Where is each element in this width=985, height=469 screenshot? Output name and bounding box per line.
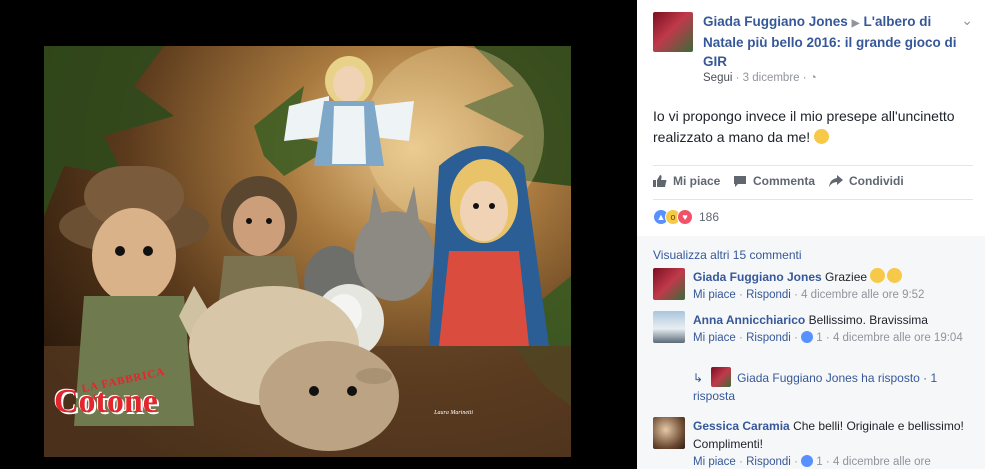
meta-separator: · [739, 456, 743, 468]
comment-label: Commenta [753, 174, 816, 188]
comment-text: Bellissimo. Bravissima [808, 313, 928, 327]
kiss-emoji-icon [887, 268, 903, 283]
comment-button[interactable]: Commenta [733, 174, 815, 188]
smile-emoji-icon [814, 129, 830, 144]
comment-meta: Mi piace · Rispondi · 1 · 4 dicembre all… [693, 453, 973, 469]
meta-separator: · [794, 332, 798, 344]
reply-arrow-icon: ↳ [693, 371, 704, 385]
meta-separator: · [739, 289, 743, 301]
post-body: Io vi propongo invece il mio presepe all… [653, 108, 955, 145]
meta-separator: · [739, 332, 743, 344]
meta-separator: · [825, 456, 830, 468]
comment-reply-link[interactable]: Rispondi [746, 332, 791, 344]
post-meta: Segui · 3 dicembre · ◔ [703, 72, 817, 84]
comment-like-count[interactable]: 1 [816, 456, 822, 468]
divider [653, 165, 973, 166]
commenter-avatar[interactable] [653, 311, 685, 343]
comment-like-count-icon [801, 455, 814, 467]
replies-summary-link[interactable]: ↳ Giada Fuggiano Jones ha risposto · 1 ri… [693, 367, 963, 405]
divider [653, 199, 973, 200]
comments-section: Visualizza altri 15 commenti Giada Fuggi… [637, 236, 985, 469]
facebook-photo-viewer: LA FABBRICA DI Cotone Laura Marinetti Gi… [0, 0, 985, 469]
like-button[interactable]: Mi piace [653, 174, 720, 188]
comment-icon [734, 176, 746, 187]
commenter-name[interactable]: Anna Annicchiarico [693, 313, 805, 327]
meta-separator: · [735, 72, 743, 84]
follow-link[interactable]: Segui [703, 72, 732, 84]
post-title: Giada Fuggiano Jones ▶ L'albero di Natale … [703, 12, 967, 71]
comment-reply-link[interactable]: Rispondi [746, 289, 791, 301]
commenter-name[interactable]: Giada Fuggiano Jones [693, 270, 822, 284]
comment-body: Gessica Caramia Che belli! Originale e b… [693, 417, 973, 469]
meta-separator: · [802, 72, 810, 84]
photo-backdrop[interactable]: LA FABBRICA DI Cotone Laura Marinetti [0, 0, 637, 469]
post-side-panel: Giada Fuggiano Jones ▶ L'albero di Natale … [637, 0, 985, 469]
comment-time[interactable]: 4 dicembre alle ore 9:52 [801, 289, 924, 301]
group-arrow-icon: ▶ [851, 18, 860, 29]
share-button[interactable]: Condividi [829, 174, 904, 188]
thumbs-up-icon [653, 175, 667, 187]
reactions-summary[interactable]: ▲ o ♥ 186 [653, 208, 719, 226]
comment-like-link[interactable]: Mi piace [693, 332, 736, 344]
comment-like-count-icon [801, 331, 814, 343]
kiss-emoji-icon [870, 268, 886, 283]
comment-reply-link[interactable]: Rispondi [746, 456, 791, 468]
commenter-avatar[interactable] [653, 417, 685, 449]
brand-watermark-logo: LA FABBRICA DI Cotone [50, 366, 180, 433]
reply-author-avatar [711, 367, 732, 387]
comment-time[interactable]: 4 dicembre alle ore [833, 456, 931, 468]
comment-body: Giada Fuggiano Jones Graziee Mi piace · … [693, 268, 973, 304]
like-label: Mi piace [673, 174, 721, 188]
post-text: Io vi propongo invece il mio presepe all… [653, 106, 973, 148]
share-icon [829, 175, 843, 187]
comment-body: Anna Annicchiarico Bellissimo. Bravissim… [693, 311, 973, 347]
photo-signature: Laura Marinetti [434, 410, 473, 416]
comment-meta: Mi piace · Rispondi · 1 · 4 dicembre all… [693, 329, 973, 347]
meta-separator: · [794, 456, 798, 468]
comment-meta: Mi piace · Rispondi · 4 dicembre alle or… [693, 286, 973, 304]
view-more-comments-link[interactable]: Visualizza altri 15 commenti [653, 248, 802, 262]
share-label: Condividi [849, 174, 904, 188]
love-reaction-icon: ♥ [677, 209, 693, 225]
author-name-link[interactable]: Giada Fuggiano Jones [703, 14, 848, 29]
post-photo[interactable]: LA FABBRICA DI Cotone Laura Marinetti [44, 46, 571, 457]
comment-time[interactable]: 4 dicembre alle ore 19:04 [833, 332, 963, 344]
meta-separator: · [794, 289, 798, 301]
commenter-name[interactable]: Gessica Caramia [693, 419, 790, 433]
comment-like-link[interactable]: Mi piace [693, 289, 736, 301]
meta-separator: · [825, 332, 830, 344]
comment-like-link[interactable]: Mi piace [693, 456, 736, 468]
author-avatar[interactable] [653, 12, 693, 52]
comment-text: Graziee [825, 270, 868, 284]
comment-like-count[interactable]: 1 [816, 332, 822, 344]
commenter-avatar[interactable] [653, 268, 685, 300]
post-date[interactable]: 3 dicembre [743, 72, 800, 84]
chevron-down-icon[interactable]: ⌄ [961, 12, 973, 29]
reactions-count: 186 [699, 210, 720, 224]
watermark-main-text: Cotone [54, 383, 158, 420]
privacy-globe-icon[interactable]: ◔ [810, 72, 817, 84]
post-actions: Mi piace Commenta Condividi [653, 174, 973, 192]
